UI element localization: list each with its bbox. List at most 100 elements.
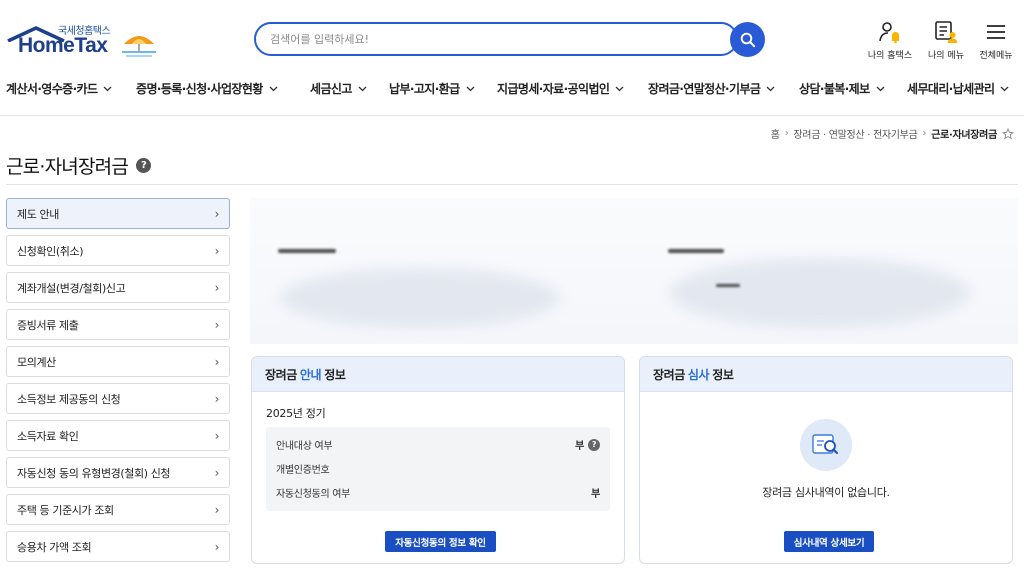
side-item-account[interactable]: 계좌개설(변경/철회)신고 › bbox=[6, 272, 230, 303]
review-info-card: 장려금 심사 정보 장려금 심사내역이 없습니다. 심사내역 상세보기 bbox=[639, 356, 1013, 564]
search-input[interactable] bbox=[270, 24, 710, 54]
info-label: 안내대상 여부 bbox=[276, 441, 333, 452]
nav-item-tax-agent[interactable]: 세무대리·납세관리 bbox=[907, 80, 1009, 97]
guide-info-card: 장려금 안내 정보 2025년 정기 안내대상 여부 부 ? 개별인증번호 자동… bbox=[251, 356, 625, 564]
empty-message: 장려금 심사내역이 없습니다. bbox=[762, 486, 890, 499]
card-title-part: 정보 bbox=[712, 367, 734, 382]
info-label: 개별인증번호 bbox=[276, 465, 330, 476]
side-item-label: 증빙서류 제출 bbox=[17, 318, 79, 332]
side-item-income-consent[interactable]: 소득정보 제공동의 신청 › bbox=[6, 383, 230, 414]
help-icon[interactable]: ? bbox=[588, 438, 600, 451]
star-icon[interactable] bbox=[1002, 127, 1014, 140]
info-box: 안내대상 여부 부 ? 개별인증번호 자동신청동의 여부 부 bbox=[266, 427, 610, 511]
nav-item-payment-statement[interactable]: 지급명세·자료·공익법인 bbox=[497, 80, 624, 97]
nav-item-label: 장려금·연말정산·기부금 bbox=[648, 82, 761, 96]
chevron-right-icon: › bbox=[214, 317, 220, 332]
banner-blur bbox=[716, 284, 740, 287]
search-icon bbox=[740, 32, 755, 47]
info-label: 자동신청동의 여부 bbox=[276, 489, 351, 500]
breadcrumb-separator: › bbox=[922, 128, 927, 139]
side-item-label: 신청확인(취소) bbox=[17, 244, 84, 258]
user-bell-icon bbox=[879, 22, 899, 44]
card-title-accent: 심사 bbox=[687, 367, 710, 382]
umbrella-icon bbox=[122, 36, 156, 57]
search-button[interactable] bbox=[730, 22, 765, 57]
side-item-car-price[interactable]: 승용차 가액 조회 › bbox=[6, 531, 230, 562]
chevron-down-icon bbox=[615, 86, 624, 91]
nav-item-label: 세금신고 bbox=[310, 82, 352, 96]
card-title-part: 장려금 bbox=[653, 367, 685, 382]
nav-item-label: 상담·불복·제보 bbox=[799, 82, 870, 96]
year-label: 2025년 정기 bbox=[266, 407, 326, 420]
my-hometax-button[interactable]: 나의 홈택스 bbox=[862, 20, 918, 61]
card-title: 장려금 심사 정보 bbox=[640, 357, 1012, 392]
nav-item-consult[interactable]: 상담·불복·제보 bbox=[799, 80, 885, 97]
hometax-logo[interactable]: 국세청홈택스 HomeTax bbox=[6, 22, 156, 62]
side-menu: 제도 안내 › 신청확인(취소) › 계좌개설(변경/철회)신고 › 증빙서류 … bbox=[6, 198, 230, 568]
hamburger-icon bbox=[987, 25, 1005, 39]
util-label: 나의 메뉴 bbox=[928, 51, 964, 61]
my-menu-button[interactable]: 나의 메뉴 bbox=[918, 20, 974, 61]
side-item-income-check[interactable]: 소득자료 확인 › bbox=[6, 420, 230, 451]
nav-item-label: 계산서·영수증·카드 bbox=[6, 82, 98, 96]
all-menu-button[interactable]: 전체메뉴 bbox=[968, 20, 1024, 61]
page-title-text: 근로·자녀장려금 bbox=[6, 156, 129, 178]
side-item-label: 주택 등 기준시가 조회 bbox=[17, 503, 114, 517]
card-title-part: 장려금 bbox=[265, 367, 297, 382]
banner-blur bbox=[670, 258, 970, 328]
nav-item-label: 세무대리·납세관리 bbox=[907, 82, 995, 96]
banner-blur bbox=[278, 249, 336, 253]
side-item-auto-apply-change[interactable]: 자동신청 동의 유형변경(철회) 신청 › bbox=[6, 457, 230, 488]
chevron-down-icon bbox=[766, 86, 775, 91]
nav-item-payment[interactable]: 납부·고지·환급 bbox=[389, 80, 475, 97]
divider bbox=[6, 184, 1018, 185]
chevron-right-icon: › bbox=[214, 539, 220, 554]
info-row: 개별인증번호 bbox=[276, 461, 600, 476]
chevron-down-icon bbox=[876, 86, 885, 91]
side-item-documents[interactable]: 증빙서류 제출 › bbox=[6, 309, 230, 340]
breadcrumb-level1[interactable]: 장려금 · 연말정산 · 전자기부금 bbox=[793, 126, 917, 141]
chevron-right-icon: › bbox=[214, 206, 220, 221]
info-row: 자동신청동의 여부 부 bbox=[276, 485, 600, 500]
page-title: 근로·자녀장려금 ? bbox=[6, 152, 152, 179]
nav-item-incentive[interactable]: 장려금·연말정산·기부금 bbox=[648, 80, 775, 97]
chevron-down-icon bbox=[358, 86, 367, 91]
chevron-right-icon: › bbox=[214, 280, 220, 295]
card-title-part: 정보 bbox=[324, 367, 346, 382]
banner-blur bbox=[280, 268, 560, 328]
my-menu-icon bbox=[935, 21, 958, 43]
banner-blur bbox=[668, 249, 724, 253]
document-search-icon bbox=[800, 419, 852, 471]
help-icon[interactable]: ? bbox=[136, 158, 152, 173]
nav-item-label: 증명·등록·신청·사업장현황 bbox=[136, 82, 263, 96]
info-value: 부 bbox=[591, 489, 600, 500]
info-row: 안내대상 여부 부 ? bbox=[276, 437, 600, 452]
chevron-right-icon: › bbox=[214, 428, 220, 443]
side-item-label: 자동신청 동의 유형변경(철회) 신청 bbox=[17, 466, 171, 480]
chevron-right-icon: › bbox=[214, 391, 220, 406]
breadcrumb-current: 근로·자녀장려금 bbox=[931, 130, 997, 141]
breadcrumb-home[interactable]: 홈 bbox=[771, 126, 780, 141]
side-item-house-price[interactable]: 주택 등 기준시가 조회 › bbox=[6, 494, 230, 525]
chevron-down-icon bbox=[103, 86, 112, 91]
nav-item-label: 지급명세·자료·공익법인 bbox=[497, 82, 610, 96]
nav-item-label: 납부·고지·환급 bbox=[389, 82, 460, 96]
side-item-simulation[interactable]: 모의계산 › bbox=[6, 346, 230, 377]
search-box bbox=[254, 22, 738, 56]
card-title: 장려금 안내 정보 bbox=[252, 357, 624, 392]
chevron-down-icon bbox=[466, 86, 475, 91]
info-value: 부 bbox=[575, 441, 584, 452]
nav-item-invoice[interactable]: 계산서·영수증·카드 bbox=[6, 80, 112, 97]
breadcrumb-separator: › bbox=[784, 128, 789, 139]
review-detail-button[interactable]: 심사내역 상세보기 bbox=[784, 531, 874, 552]
side-item-guide[interactable]: 제도 안내 › bbox=[6, 198, 230, 229]
chevron-right-icon: › bbox=[214, 502, 220, 517]
side-item-label: 제도 안내 bbox=[17, 207, 59, 221]
util-label: 나의 홈택스 bbox=[867, 51, 913, 61]
nav-item-tax-return[interactable]: 세금신고 bbox=[310, 80, 367, 97]
chevron-right-icon: › bbox=[214, 465, 220, 480]
side-item-apply-check[interactable]: 신청확인(취소) › bbox=[6, 235, 230, 266]
nav-item-certificate[interactable]: 증명·등록·신청·사업장현황 bbox=[136, 80, 278, 97]
auto-apply-info-button[interactable]: 자동신청동의 정보 확인 bbox=[385, 531, 496, 552]
card-title-accent: 안내 bbox=[299, 367, 322, 382]
